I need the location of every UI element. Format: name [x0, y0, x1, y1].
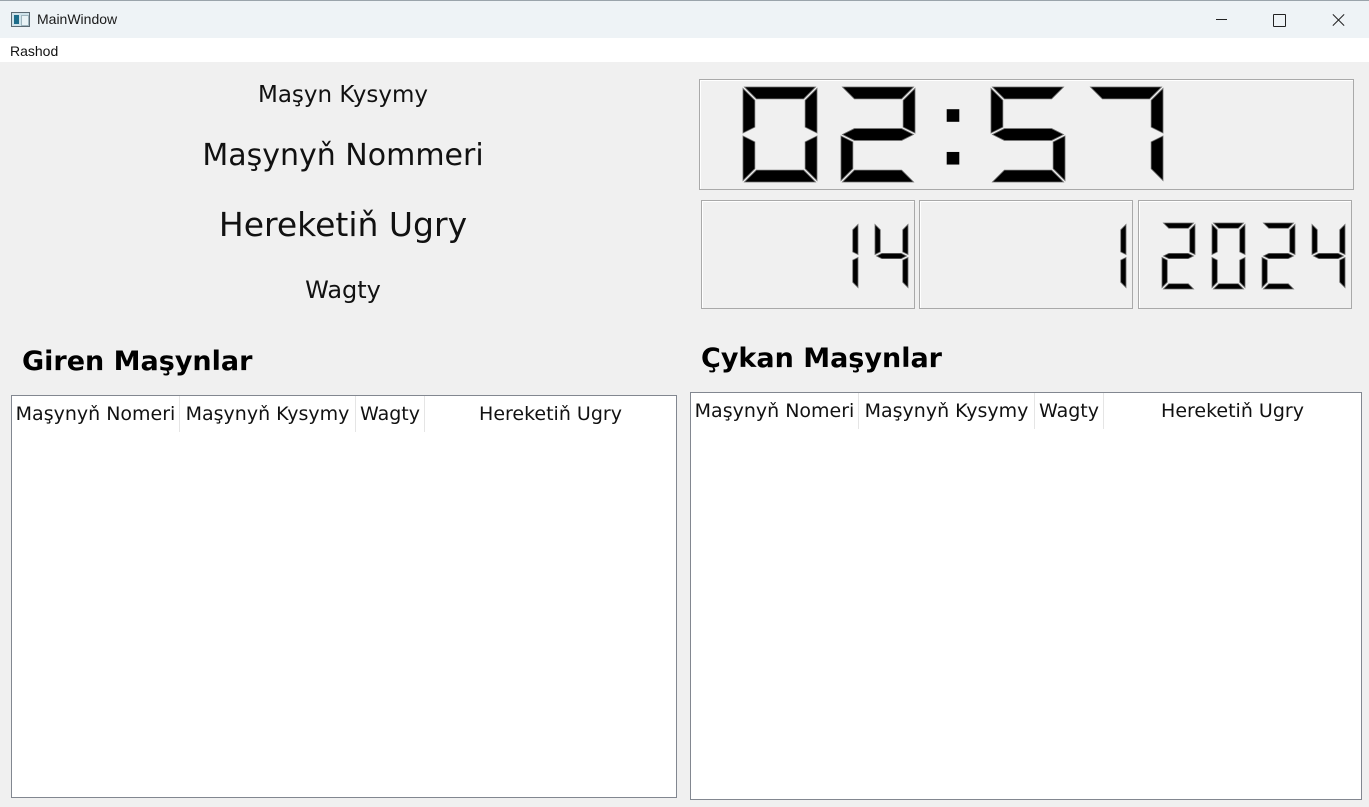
lcd-segment — [874, 223, 881, 256]
lcd-segment — [1120, 256, 1127, 289]
window-title: MainWindow — [37, 11, 118, 27]
date-month-digits — [1120, 223, 1127, 289]
lcd-segment — [841, 86, 915, 100]
lcd-segment — [1162, 222, 1195, 229]
lcd-segment — [1161, 256, 1168, 289]
incoming-cars-table[interactable]: Maşynyň Nomeri Maşynyň Kysymy Wagty Here… — [11, 395, 677, 798]
lcd-segment — [1311, 223, 1318, 256]
menu-item-rashod[interactable]: Rashod — [10, 43, 58, 59]
minimize-button[interactable] — [1193, 1, 1251, 39]
date-day-digits — [852, 223, 909, 289]
lcd-segment — [1261, 256, 1268, 289]
lcd-segment — [1262, 283, 1295, 290]
lcd-segment — [902, 256, 909, 289]
clock-time-display — [699, 79, 1354, 190]
lcd-segment — [841, 128, 915, 141]
incoming-table-header: Maşynyň Nomeri Maşynyň Kysymy Wagty Here… — [12, 396, 676, 432]
car-type-label: Maşyn Kysymy — [257, 82, 429, 108]
car-number-label: Maşynyň Nommeri — [202, 138, 484, 173]
lcd-segment — [852, 223, 859, 256]
lcd-segment — [1339, 223, 1346, 256]
lcd-segment — [875, 252, 908, 260]
date-month-display — [919, 200, 1133, 309]
lcd-segment — [1339, 256, 1346, 289]
lcd-segment — [1211, 256, 1218, 289]
column-header-car-number[interactable]: Maşynyň Nomeri — [12, 396, 180, 432]
lcd-segment — [1262, 252, 1295, 260]
lcd-segment — [991, 169, 1065, 183]
app-window-icon — [11, 12, 30, 27]
column-header-time[interactable]: Wagty — [356, 396, 425, 432]
title-bar: MainWindow — [0, 0, 1369, 38]
menu-bar: Rashod — [0, 38, 1369, 62]
lcd-segment — [1262, 222, 1295, 229]
lcd-segment — [743, 169, 817, 183]
lcd-segment — [1162, 283, 1195, 290]
column-header-direction[interactable]: Hereketiň Ugry — [425, 396, 676, 432]
direction-label: Hereketiň Ugry — [218, 205, 468, 244]
lcd-colon-dot — [946, 151, 960, 165]
outgoing-table-header: Maşynyň Nomeri Maşynyň Kysymy Wagty Here… — [691, 393, 1361, 429]
outgoing-cars-table[interactable]: Maşynyň Nomeri Maşynyň Kysymy Wagty Here… — [690, 392, 1362, 800]
column-header-time[interactable]: Wagty — [1035, 393, 1104, 429]
column-header-car-number[interactable]: Maşynyň Nomeri — [691, 393, 859, 429]
time-label: Wagty — [305, 276, 381, 304]
outgoing-cars-title: Çykan Maşynlar — [701, 343, 942, 374]
lcd-segment — [1239, 223, 1246, 256]
maximize-button[interactable] — [1250, 1, 1308, 39]
lcd-segment — [902, 223, 909, 256]
lcd-segment — [1162, 252, 1195, 260]
lcd-segment — [1289, 223, 1296, 256]
lcd-segment — [841, 169, 915, 183]
column-header-car-type[interactable]: Maşynyň Kysymy — [180, 396, 356, 432]
column-header-car-type[interactable]: Maşynyň Kysymy — [859, 393, 1035, 429]
lcd-segment — [1089, 86, 1163, 100]
lcd-segment — [1120, 223, 1127, 256]
lcd-colon-dot — [946, 109, 960, 122]
lcd-segment — [1211, 223, 1218, 256]
lcd-segment — [852, 256, 859, 289]
date-year-digits — [1161, 222, 1346, 290]
lcd-segment — [1239, 256, 1246, 289]
lcd-segment — [1189, 223, 1196, 256]
lcd-segment — [1312, 252, 1345, 260]
close-button[interactable] — [1309, 1, 1367, 39]
lcd-segment — [743, 86, 817, 100]
lcd-segment — [1212, 222, 1245, 229]
lcd-segment — [1212, 283, 1245, 290]
clock-time-digits — [742, 86, 1164, 183]
incoming-cars-title: Giren Maşynlar — [22, 346, 253, 377]
lcd-segment — [991, 128, 1065, 141]
date-day-display — [701, 200, 915, 309]
lcd-segment — [991, 86, 1065, 100]
date-year-display — [1138, 200, 1352, 309]
column-header-direction[interactable]: Hereketiň Ugry — [1104, 393, 1361, 429]
lcd-segment — [1150, 135, 1164, 182]
